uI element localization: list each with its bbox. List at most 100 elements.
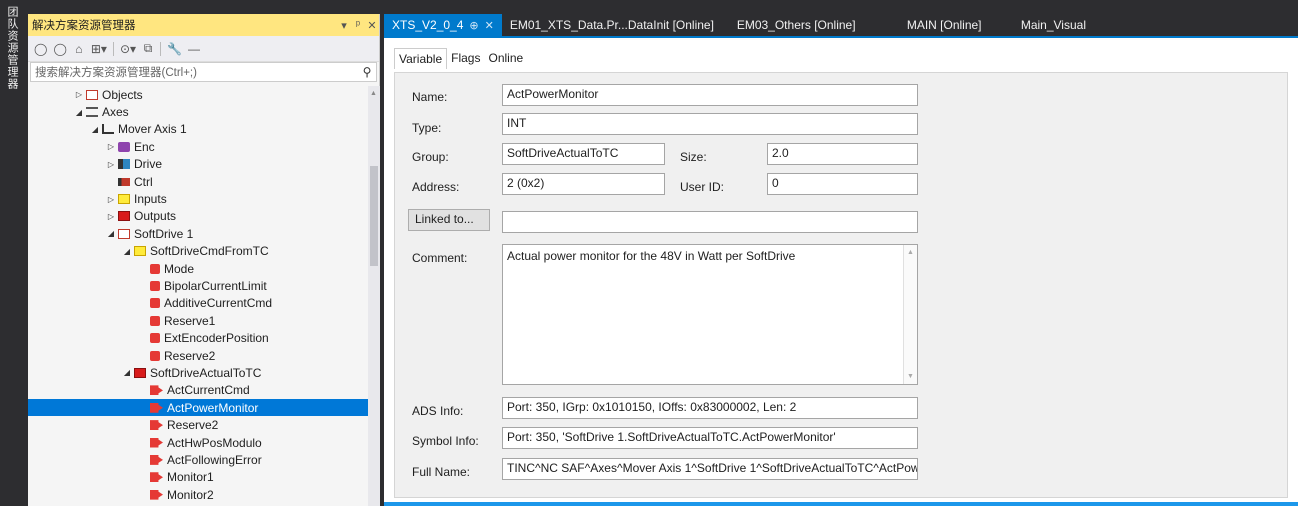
tree-item[interactable]: Ctrl — [28, 173, 368, 190]
tree-item[interactable]: AdditiveCurrentCmd — [28, 295, 368, 312]
tree-item-label: ActPowerMonitor — [167, 400, 259, 415]
tree-item-label: ActCurrentCmd — [167, 383, 250, 398]
ads-info-field[interactable]: Port: 350, IGrp: 0x1010150, IOffs: 0x830… — [502, 397, 918, 419]
tree-item[interactable]: ▷ Enc — [28, 138, 368, 155]
tree-item-label: Drive — [134, 157, 163, 172]
search-icon[interactable]: ⚲ — [358, 65, 376, 79]
expand-arrow-icon[interactable]: ▷ — [104, 160, 118, 169]
switch-views-icon[interactable]: ⊞▾ — [91, 42, 107, 56]
tab-variable[interactable]: Variable — [394, 48, 448, 69]
tree-item[interactable]: ▷ Inputs — [28, 190, 368, 207]
drive-icon — [118, 159, 130, 170]
collapse-arrow-icon[interactable]: ◢ — [104, 229, 118, 238]
tree-item[interactable]: ◢ SoftDriveActualToTC — [28, 364, 368, 381]
axes-icon — [86, 107, 98, 118]
pending-changes-filter-icon[interactable]: ⊙▾ — [120, 42, 136, 56]
comment-scrollbar[interactable]: ▲ ▼ — [903, 245, 917, 384]
toolbar-separator — [112, 41, 114, 56]
solution-explorer-panel: 解决方案资源管理器 ▾ ᵖ ✕ ◯ ◯ ⌂ ⊞▾ ⊙▾ ⧉ 🔧 — 搜索解决方案… — [28, 14, 380, 506]
tree-item[interactable]: ActCurrentCmd — [28, 382, 368, 399]
inputs-icon — [134, 246, 146, 257]
size-field[interactable]: 2.0 — [767, 143, 918, 165]
mover-icon — [102, 124, 114, 135]
linked-to-button[interactable]: Linked to... — [408, 209, 490, 231]
solution-explorer-toolbar: ◯ ◯ ⌂ ⊞▾ ⊙▾ ⧉ 🔧 — — [28, 36, 379, 62]
tab-flags[interactable]: Flags — [447, 48, 484, 69]
tab-online[interactable]: Online — [484, 48, 527, 69]
team-explorer-dock-tab[interactable]: 团队资源管理器 — [0, 0, 24, 506]
tree-item[interactable]: ▷ Outputs — [28, 208, 368, 225]
expand-arrow-icon[interactable]: ▷ — [104, 142, 118, 151]
type-label: Type: — [412, 121, 442, 135]
tab-xts-v2-0-4[interactable]: XTS_V2_0_4 ⊕ ✕ — [384, 14, 502, 36]
close-icon[interactable]: ✕ — [365, 19, 379, 32]
collapse-arrow-icon[interactable]: ◢ — [120, 247, 134, 256]
scrollbar-thumb[interactable] — [370, 166, 378, 266]
tree-item[interactable]: ▷ Objects — [28, 86, 368, 103]
type-field[interactable]: INT — [502, 113, 918, 135]
solution-explorer-search-input[interactable]: 搜索解决方案资源管理器(Ctrl+;) ⚲ — [30, 62, 377, 82]
pin-icon[interactable]: ᵖ — [351, 19, 365, 31]
tree-item-label: Monitor2 — [167, 487, 214, 502]
tab-main[interactable]: MAIN [Online] — [887, 14, 1007, 36]
window-position-dropdown-icon[interactable]: ▾ — [337, 19, 351, 32]
back-icon[interactable]: ◯ — [34, 42, 47, 56]
sync-with-document-icon[interactable]: ⧉ — [142, 41, 154, 56]
tab-close-icon[interactable]: ✕ — [485, 19, 494, 32]
tree-item[interactable]: ◢ SoftDriveCmdFromTC — [28, 243, 368, 260]
tree-item[interactable]: Monitor1 — [28, 469, 368, 486]
scroll-down-arrow-icon[interactable]: ▼ — [907, 373, 914, 380]
expand-arrow-icon[interactable]: ▷ — [72, 90, 86, 99]
symbol-info-field[interactable]: Port: 350, 'SoftDrive 1.SoftDriveActualT… — [502, 427, 918, 449]
tree-item[interactable]: BipolarCurrentLimit — [28, 277, 368, 294]
tree-item[interactable]: Reserve1 — [28, 312, 368, 329]
forward-icon[interactable]: ◯ — [53, 42, 66, 56]
name-field[interactable]: ActPowerMonitor — [502, 84, 918, 106]
tab-pin-icon[interactable]: ⊕ — [469, 19, 478, 32]
ide-window: 团队资源管理器 解决方案资源管理器 ▾ ᵖ ✕ ◯ ◯ ⌂ ⊞▾ ⊙▾ ⧉ 🔧 … — [0, 0, 1298, 506]
user-id-field[interactable]: 0 — [767, 173, 918, 195]
tree-item[interactable]: Mode — [28, 260, 368, 277]
tab-main-visual[interactable]: Main_Visual — [1007, 14, 1117, 36]
tree-item[interactable]: Reserve2 — [28, 416, 368, 433]
comment-textarea[interactable]: Actual power monitor for the 48V in Watt… — [502, 244, 918, 385]
tree-item[interactable]: ▷ Drive — [28, 156, 368, 173]
group-field[interactable]: SoftDriveActualToTC — [502, 143, 665, 165]
tree-item[interactable]: ◢ SoftDrive 1 — [28, 225, 368, 242]
tree-item[interactable]: Monitor2 — [28, 486, 368, 503]
home-icon[interactable]: ⌂ — [73, 42, 85, 56]
tree-item-label: AdditiveCurrentCmd — [164, 296, 273, 311]
tree-item[interactable]: ActFollowingError — [28, 451, 368, 468]
tree-item-label: BipolarCurrentLimit — [164, 278, 267, 293]
tree-item[interactable]: ◢ Mover Axis 1 — [28, 121, 368, 138]
tab-em03-others[interactable]: EM03_Others [Online] — [717, 14, 887, 36]
collapse-arrow-icon[interactable]: ◢ — [88, 125, 102, 134]
editor-bottom-border — [384, 502, 1298, 506]
address-field[interactable]: 2 (0x2) — [502, 173, 665, 195]
obj-icon — [86, 89, 98, 100]
scroll-up-arrow-icon[interactable]: ▲ — [370, 90, 377, 97]
tree-item[interactable]: ActPowerMonitor — [28, 399, 368, 417]
scroll-up-arrow-icon[interactable]: ▲ — [907, 249, 914, 256]
tree-item-label: Inputs — [134, 192, 167, 207]
tree-item[interactable]: ExtEncoderPosition — [28, 329, 368, 346]
full-name-field[interactable]: TINC^NC SAF^Axes^Mover Axis 1^SoftDrive … — [502, 458, 918, 480]
varin-icon — [150, 298, 160, 309]
tree-item[interactable]: ◢ Axes — [28, 103, 368, 120]
expand-arrow-icon[interactable]: ▷ — [104, 195, 118, 204]
tree-item[interactable]: ActHwPosModulo — [28, 434, 368, 451]
properties-wrench-icon[interactable]: 🔧 — [167, 42, 182, 56]
tree-item[interactable]: Reserve2 — [28, 347, 368, 364]
varout-icon — [150, 489, 163, 500]
collapse-arrow-icon[interactable]: ◢ — [72, 108, 86, 117]
tree-item-label: Reserve2 — [167, 418, 219, 433]
linked-to-field[interactable] — [502, 211, 918, 233]
tab-em01-xts-data[interactable]: EM01_XTS_Data.Pr...DataInit [Online] — [502, 14, 717, 36]
tree-item-label: Axes — [102, 105, 129, 120]
tree-item-label: SoftDriveActualToTC — [150, 365, 262, 380]
collapse-arrow-icon[interactable]: ◢ — [120, 368, 134, 377]
collapse-all-icon[interactable]: — — [188, 42, 200, 56]
tree-vertical-scrollbar[interactable]: ▲ — [368, 86, 380, 506]
solution-explorer-title: 解决方案资源管理器 — [32, 20, 136, 32]
expand-arrow-icon[interactable]: ▷ — [104, 212, 118, 221]
